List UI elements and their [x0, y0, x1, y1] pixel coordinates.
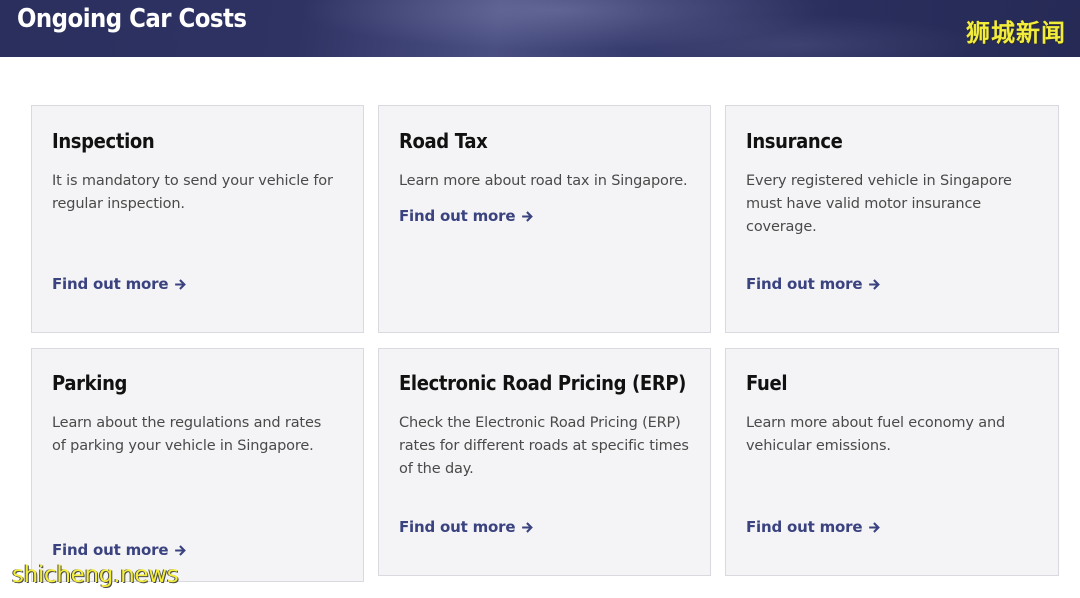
- card-insurance: Insurance Every registered vehicle in Si…: [725, 105, 1059, 333]
- arrow-right-icon: [175, 278, 187, 290]
- card-title: Insurance: [746, 129, 843, 153]
- link-label: Find out more: [399, 207, 516, 225]
- find-out-more-link[interactable]: Find out more: [399, 518, 534, 536]
- card-title: Road Tax: [399, 129, 488, 153]
- card-parking: Parking Learn about the regulations and …: [31, 348, 364, 582]
- link-label: Find out more: [746, 518, 863, 536]
- card-fuel: Fuel Learn more about fuel economy and v…: [725, 348, 1059, 576]
- page-title: Ongoing Car Costs: [17, 4, 247, 34]
- card-title: Inspection: [52, 129, 155, 153]
- arrow-right-icon: [175, 544, 187, 556]
- arrow-right-icon: [522, 210, 534, 222]
- card-title: Electronic Road Pricing (ERP): [399, 371, 687, 395]
- card-description: Learn more about road tax in Singapore.: [399, 173, 688, 189]
- card-title: Fuel: [746, 371, 788, 395]
- arrow-right-icon: [522, 521, 534, 533]
- card-erp: Electronic Road Pricing (ERP) Check the …: [378, 348, 711, 576]
- find-out-more-link[interactable]: Find out more: [746, 518, 881, 536]
- card-title: Parking: [52, 371, 128, 395]
- card-description: Every registered vehicle in Singapore mu…: [746, 173, 1012, 235]
- card-inspection: Inspection It is mandatory to send your …: [31, 105, 364, 333]
- page-banner: Ongoing Car Costs 狮城新闻: [0, 0, 1080, 57]
- card-description: It is mandatory to send your vehicle for…: [52, 173, 333, 212]
- link-label: Find out more: [52, 275, 169, 293]
- link-label: Find out more: [52, 541, 169, 559]
- find-out-more-link[interactable]: Find out more: [399, 207, 534, 225]
- find-out-more-link[interactable]: Find out more: [746, 275, 881, 293]
- card-description: Check the Electronic Road Pricing (ERP) …: [399, 415, 689, 477]
- card-description: Learn about the regulations and rates of…: [52, 415, 322, 454]
- watermark-chinese: 狮城新闻: [966, 19, 1066, 47]
- site-watermark: shicheng.news: [12, 562, 179, 588]
- card-description: Learn more about fuel economy and vehicu…: [746, 415, 1006, 454]
- link-label: Find out more: [399, 518, 516, 536]
- find-out-more-link[interactable]: Find out more: [52, 275, 187, 293]
- card-road-tax: Road Tax Learn more about road tax in Si…: [378, 105, 711, 333]
- arrow-right-icon: [869, 521, 881, 533]
- find-out-more-link[interactable]: Find out more: [52, 541, 187, 559]
- link-label: Find out more: [746, 275, 863, 293]
- arrow-right-icon: [869, 278, 881, 290]
